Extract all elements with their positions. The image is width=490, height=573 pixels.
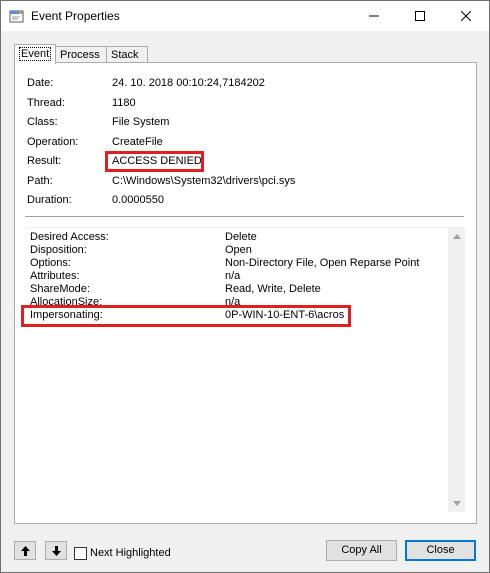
path-value: C:\Windows\System32\drivers\pci.sys [112, 175, 296, 187]
detail-label: ShareMode: [30, 283, 90, 295]
date-value: 24. 10. 2018 00:10:24,7184202 [112, 77, 265, 89]
close-button[interactable]: Close [405, 540, 476, 561]
arrow-down-icon [51, 545, 61, 556]
result-highlight [105, 151, 204, 172]
scroll-down-icon [452, 501, 461, 506]
tab-stack[interactable]: Stack [106, 46, 148, 63]
detail-value: Delete [225, 231, 257, 243]
detail-label: Options: [30, 257, 71, 269]
tab-event-label: Event [19, 47, 52, 61]
detail-value: Open [225, 244, 252, 256]
class-value: File System [112, 116, 170, 128]
previous-event-button[interactable] [14, 541, 36, 560]
footer-bar: Next Highlighted Copy All Close [1, 536, 489, 566]
path-label: Path: [27, 175, 53, 187]
result-label: Result: [27, 155, 62, 167]
details-list[interactable]: Desired Access: Delete Disposition: Open… [25, 227, 465, 512]
impersonating-highlight [21, 305, 351, 327]
detail-label: Desired Access: [30, 231, 109, 243]
maximize-icon [415, 11, 425, 21]
detail-value: Read, Write, Delete [225, 283, 321, 295]
class-label: Class: [27, 116, 58, 128]
section-divider [25, 216, 464, 217]
thread-value: 1180 [112, 97, 136, 109]
duration-value: 0.0000550 [112, 194, 164, 206]
next-highlighted-label[interactable]: Next Highlighted [90, 547, 171, 559]
operation-label: Operation: [27, 136, 79, 148]
close-icon [461, 11, 471, 21]
minimize-icon [369, 15, 379, 17]
thread-label: Thread: [27, 97, 65, 109]
copy-all-button[interactable]: Copy All [326, 540, 397, 561]
date-label: Date: [27, 77, 54, 89]
detail-value: n/a [225, 270, 241, 282]
details-scrollbar[interactable] [448, 228, 465, 512]
next-event-button[interactable] [45, 541, 67, 560]
window-title: Event Properties [31, 9, 120, 23]
event-panel: Date: 24. 10. 2018 00:10:24,7184202 Thre… [14, 62, 477, 524]
scroll-up-icon [452, 234, 461, 239]
detail-label: Attributes: [30, 270, 80, 282]
app-icon [9, 9, 24, 23]
arrow-up-icon [20, 545, 30, 556]
scroll-down-button[interactable] [448, 495, 465, 512]
duration-label: Duration: [27, 194, 72, 206]
operation-value: CreateFile [112, 136, 163, 148]
maximize-button[interactable] [397, 1, 443, 31]
event-properties-window: Event Properties Event Process Stack Dat… [0, 0, 490, 573]
next-highlighted-checkbox[interactable] [74, 547, 87, 560]
scroll-up-button[interactable] [448, 228, 465, 245]
detail-value: Non-Directory File, Open Reparse Point [225, 257, 420, 269]
tab-event[interactable]: Event [14, 44, 56, 64]
close-window-button[interactable] [443, 1, 489, 31]
tab-process[interactable]: Process [55, 46, 107, 63]
detail-label: Disposition: [30, 244, 87, 256]
minimize-button[interactable] [351, 1, 397, 31]
title-bar[interactable]: Event Properties [1, 1, 489, 31]
